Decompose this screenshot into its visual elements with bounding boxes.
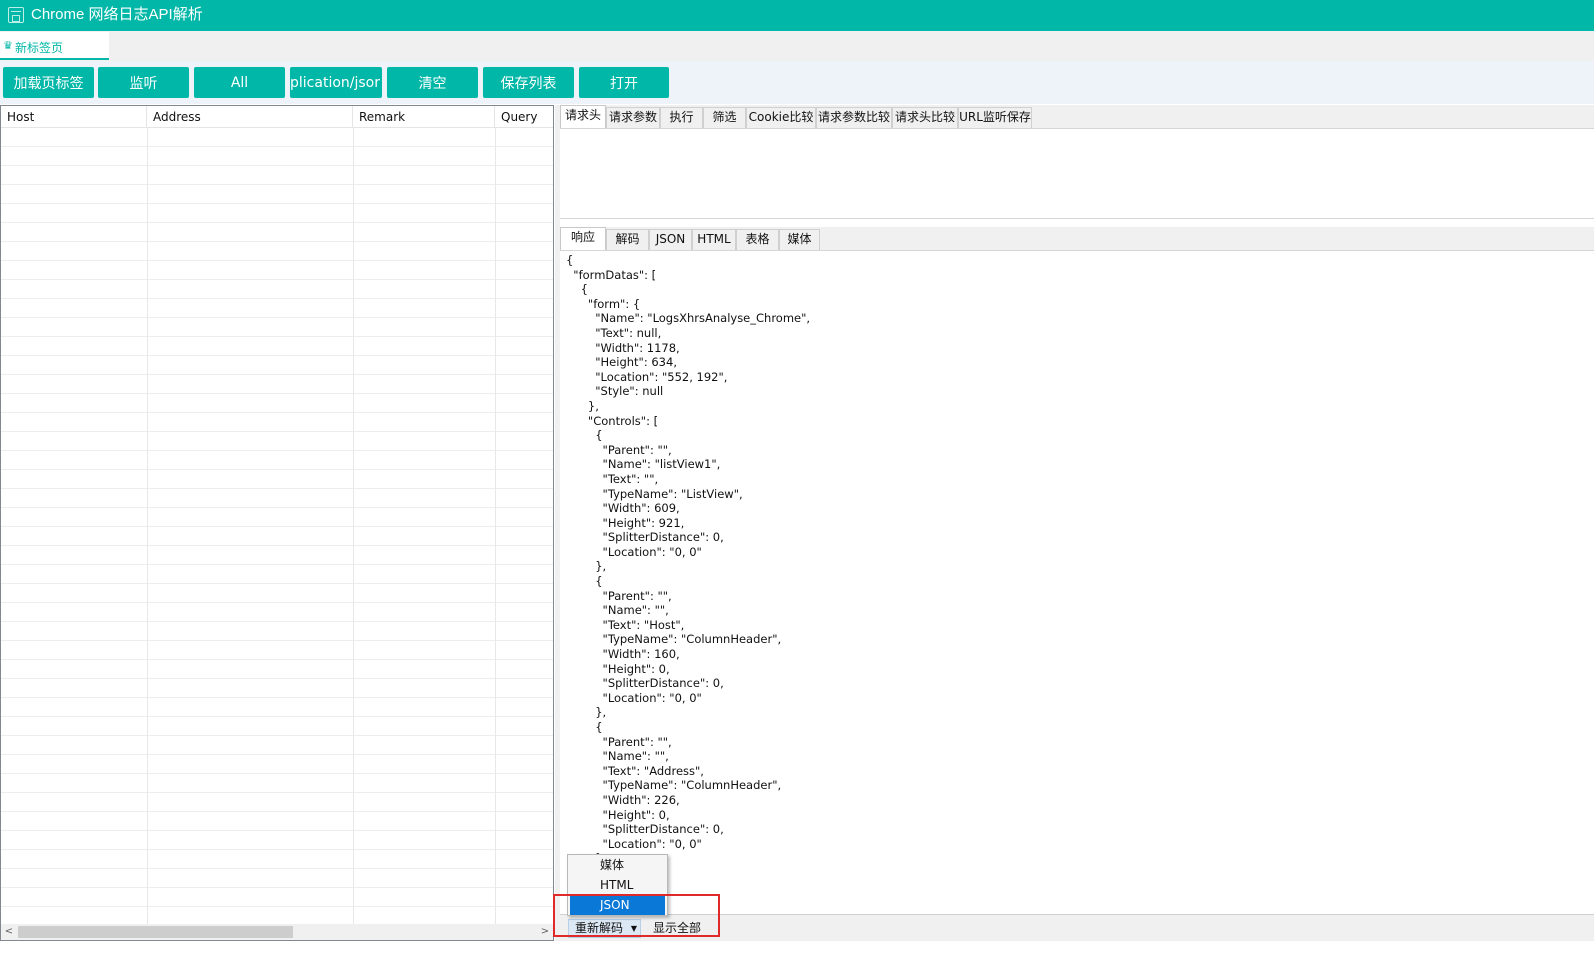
decode-dropdown-menu: 媒体 HTML JSON (567, 854, 668, 916)
column-header-address[interactable]: Address (147, 106, 353, 128)
menu-item-json[interactable]: JSON (570, 896, 665, 915)
app-icon (8, 7, 24, 23)
tab-filter[interactable]: 筛选 (703, 107, 746, 128)
leaf-icon: ♛ (3, 39, 13, 52)
window-title: Chrome 网络日志API解析 (31, 6, 203, 23)
listen-button[interactable]: 监听 (98, 67, 189, 98)
list-rows[interactable] (1, 128, 553, 926)
request-headers-panel[interactable] (560, 128, 1594, 219)
show-all-button[interactable]: 显示全部 (653, 919, 701, 938)
tab-json[interactable]: JSON (649, 229, 692, 250)
tab-html[interactable]: HTML (692, 229, 736, 250)
tab-strip: ♛ 新标签页 (0, 31, 1594, 61)
response-statusbar: 重新解码 ▼ 显示全部 (560, 914, 1594, 941)
clear-button[interactable]: 清空 (387, 67, 478, 98)
toolbar: 加载页标签 监听 All pplication/jsor 清空 保存列表 打开 (0, 61, 1594, 104)
tab-cookie-compare[interactable]: Cookie比较 (746, 107, 816, 128)
horizontal-scrollbar[interactable]: < > (1, 924, 553, 940)
menu-item-html[interactable]: HTML (570, 876, 665, 895)
tab-media[interactable]: 媒体 (779, 229, 820, 250)
content-type-filter-button[interactable]: pplication/jsor (290, 67, 382, 98)
tab-table[interactable]: 表格 (736, 229, 779, 250)
menu-item-media[interactable]: 媒体 (570, 856, 665, 875)
column-header-query[interactable]: Query (495, 106, 553, 128)
tab-new-page[interactable]: ♛ 新标签页 (0, 32, 109, 60)
column-divider (147, 128, 148, 926)
column-divider (353, 128, 354, 926)
tab-decode[interactable]: 解码 (606, 229, 649, 250)
dropdown-arrow-icon[interactable]: ▼ (631, 920, 637, 937)
request-tabs: 请求头 请求参数 执行 筛选 Cookie比较 请求参数比较 请求头比较 URL… (560, 105, 1594, 128)
request-list-view[interactable]: Host Address Remark Query < > (0, 105, 554, 941)
list-header: Host Address Remark Query (1, 106, 553, 128)
tab-url-listen-save[interactable]: URL监听保存 (958, 107, 1032, 128)
save-list-button[interactable]: 保存列表 (483, 67, 574, 98)
tab-execute[interactable]: 执行 (660, 107, 703, 128)
column-header-remark[interactable]: Remark (353, 106, 495, 128)
load-page-tabs-button[interactable]: 加载页标签 (3, 67, 94, 98)
title-bar: Chrome 网络日志API解析 (0, 0, 1594, 31)
open-button[interactable]: 打开 (579, 67, 669, 98)
scroll-thumb[interactable] (18, 926, 293, 938)
tab-request-params[interactable]: 请求参数 (606, 107, 660, 128)
column-header-host[interactable]: Host (1, 106, 147, 128)
tab-label: 新标签页 (15, 41, 64, 55)
tab-params-compare[interactable]: 请求参数比较 (816, 107, 892, 128)
response-json-text: { "formDatas": [ { "form": { "Name": "Lo… (566, 253, 811, 865)
column-divider (495, 128, 496, 926)
response-tabs: 响应 解码 JSON HTML 表格 媒体 (560, 227, 1594, 250)
redecode-split-button[interactable]: 重新解码 ▼ (568, 919, 641, 938)
scroll-right-icon[interactable]: > (537, 925, 553, 939)
tab-response[interactable]: 响应 (560, 227, 606, 250)
redecode-label: 重新解码 (575, 921, 624, 935)
scroll-left-icon[interactable]: < (1, 925, 17, 939)
tab-headers-compare[interactable]: 请求头比较 (892, 107, 958, 128)
response-body[interactable]: { "formDatas": [ { "form": { "Name": "Lo… (560, 250, 1594, 914)
tab-request-headers[interactable]: 请求头 (560, 105, 606, 128)
all-filter-button[interactable]: All (194, 67, 285, 98)
